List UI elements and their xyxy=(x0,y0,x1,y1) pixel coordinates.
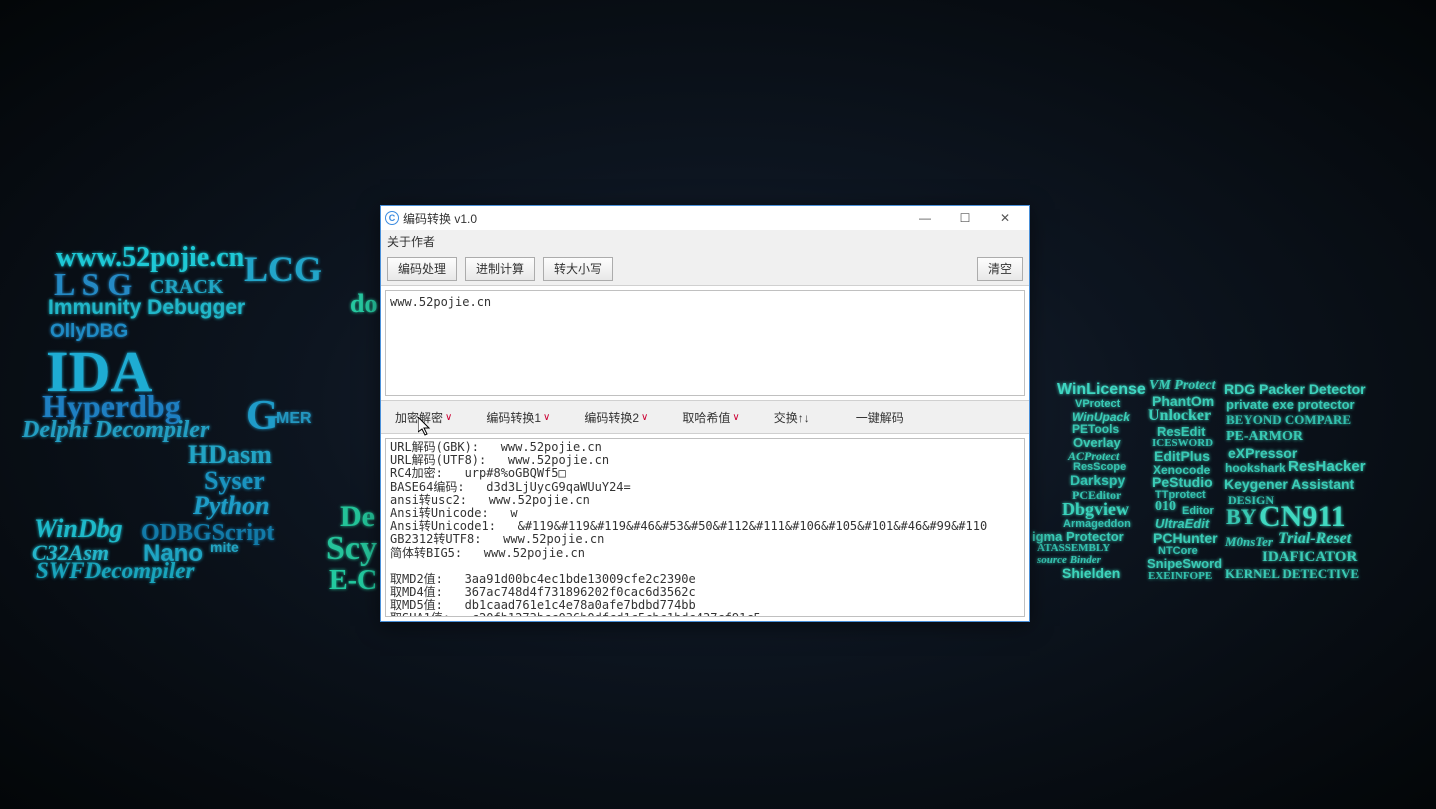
bg-word: Delphi Decompiler xyxy=(22,417,209,444)
desktop-background: www.52pojie.cnLCGL S GCRACKImmunity Debu… xyxy=(0,0,1436,809)
bg-word: Darkspy xyxy=(1070,472,1125,488)
app-icon: C xyxy=(385,211,399,225)
bg-word: UltraEdit xyxy=(1155,516,1209,531)
base-calc-button[interactable]: 进制计算 xyxy=(465,257,535,281)
bg-word: Unlocker xyxy=(1148,407,1211,425)
bg-word: IDAFICATOR xyxy=(1262,549,1357,566)
bg-word: hookshark xyxy=(1225,461,1286,475)
minimize-button[interactable]: — xyxy=(905,207,945,229)
bg-word: Trial-Reset xyxy=(1278,530,1351,548)
dropdown-bar: 加密解密∨ 编码转换1∨ 编码转换2∨ 取哈希值∨ 交换↑↓ 一键解码 xyxy=(381,400,1029,434)
convert1-dropdown[interactable]: 编码转换1∨ xyxy=(478,407,558,428)
bg-word: MER xyxy=(276,410,312,428)
bg-word: VProtect xyxy=(1075,398,1120,410)
bg-word: PeStudio xyxy=(1152,474,1213,490)
bg-word: PE-ARMOR xyxy=(1226,429,1303,445)
window-title: 编码转换 v1.0 xyxy=(403,210,905,227)
bg-word: De xyxy=(340,500,375,534)
bg-word: E-C xyxy=(329,565,377,597)
bg-word: PETools xyxy=(1072,422,1119,436)
encode-button[interactable]: 编码处理 xyxy=(387,257,457,281)
chevron-down-icon: ∨ xyxy=(543,412,550,423)
output-textarea[interactable]: URL解码(GBK): www.52pojie.cn URL解码(UTF8): … xyxy=(385,438,1025,617)
bg-word: ResHacker xyxy=(1288,458,1366,475)
bg-word: Keygener Assistant xyxy=(1224,476,1354,492)
bg-word: EditPlus xyxy=(1154,448,1210,464)
bg-word: CN911 xyxy=(1259,500,1346,534)
bg-word: BEYOND COMPARE xyxy=(1226,412,1351,428)
maximize-button[interactable]: ☐ xyxy=(945,207,985,229)
bg-word: Python xyxy=(193,491,270,521)
bg-word: SWFDecompiler xyxy=(36,558,194,584)
bg-word: Overlay xyxy=(1073,435,1121,450)
bg-word: Shielden xyxy=(1062,565,1120,581)
bg-word: PCHunter xyxy=(1153,530,1218,546)
bg-word: VM Protect xyxy=(1149,378,1216,394)
bg-word: LCG xyxy=(244,248,322,290)
hash-dropdown[interactable]: 取哈希值∨ xyxy=(674,407,747,428)
bg-word: WinLicense xyxy=(1057,381,1146,399)
chevron-down-icon: ∨ xyxy=(732,412,739,423)
bg-word: Scy xyxy=(326,530,377,568)
crypt-dropdown[interactable]: 加密解密∨ xyxy=(387,407,460,428)
menu-about[interactable]: 关于作者 xyxy=(387,233,435,250)
bg-word: KERNEL DETECTIVE xyxy=(1225,566,1359,582)
chevron-down-icon: ∨ xyxy=(445,412,452,423)
bg-word: RDG Packer Detector xyxy=(1224,381,1366,397)
case-button[interactable]: 转大小写 xyxy=(543,257,613,281)
chevron-down-icon: ∨ xyxy=(641,412,648,423)
bg-word: EXEINFOPE xyxy=(1148,570,1212,582)
bg-word: G xyxy=(246,392,279,440)
close-button[interactable]: ✕ xyxy=(985,207,1025,229)
toolbar: 编码处理 进制计算 转大小写 清空 xyxy=(381,252,1029,286)
decode-all-button[interactable]: 一键解码 xyxy=(848,407,912,428)
titlebar[interactable]: C 编码转换 v1.0 — ☐ ✕ xyxy=(381,206,1029,230)
convert2-dropdown[interactable]: 编码转换2∨ xyxy=(576,407,656,428)
menu-bar: 关于作者 xyxy=(381,230,1029,252)
bg-word: private exe protector xyxy=(1226,397,1355,412)
bg-word: eXPressor xyxy=(1228,445,1297,461)
app-window: C 编码转换 v1.0 — ☐ ✕ 关于作者 编码处理 进制计算 转大小写 清空… xyxy=(380,205,1030,622)
bg-word: 010 xyxy=(1155,499,1176,515)
bg-word: Dbgview xyxy=(1062,499,1129,520)
clear-button[interactable]: 清空 xyxy=(977,257,1023,281)
input-textarea[interactable] xyxy=(385,290,1025,396)
bg-word: ATASSEMBLY xyxy=(1037,542,1110,554)
bg-word: SnipeSword xyxy=(1147,556,1222,571)
swap-button[interactable]: 交换↑↓ xyxy=(766,407,818,428)
bg-word: BY xyxy=(1226,504,1257,530)
bg-word: do xyxy=(350,289,377,319)
bg-word: mite xyxy=(210,539,239,555)
bg-word: M0nsTer xyxy=(1225,534,1273,550)
bg-word: Immunity Debugger xyxy=(48,296,245,320)
